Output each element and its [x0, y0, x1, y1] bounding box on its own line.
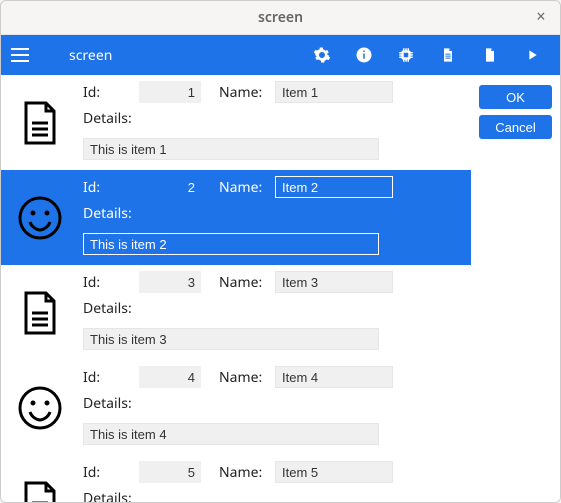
- window-title: screen: [258, 8, 303, 27]
- details-label: Details:: [83, 204, 132, 223]
- ok-button[interactable]: OK: [479, 85, 552, 109]
- side-pane: OK Cancel: [471, 75, 560, 502]
- document-icon[interactable]: [438, 45, 458, 65]
- list-item[interactable]: Id: Name: Details:: [1, 265, 471, 360]
- details-label: Details:: [83, 394, 132, 413]
- name-field[interactable]: [275, 81, 393, 103]
- id-label: Id:: [83, 83, 129, 102]
- id-field[interactable]: [139, 366, 201, 388]
- toolbar-actions: [312, 45, 542, 65]
- name-label: Name:: [219, 368, 265, 387]
- list-item[interactable]: Id: Name: Details:: [1, 455, 471, 502]
- list-item[interactable]: Id: Name: Details:: [1, 75, 471, 170]
- list-item-body: Id: Name: Details:: [79, 455, 471, 502]
- name-label: Name:: [219, 463, 265, 482]
- smiley-icon: [1, 170, 79, 265]
- chip-icon[interactable]: [396, 45, 416, 65]
- smiley-icon: [1, 360, 79, 455]
- list-item-body: Id: Name: Details:: [79, 170, 471, 265]
- info-icon[interactable]: [354, 45, 374, 65]
- id-field[interactable]: [139, 176, 201, 198]
- id-label: Id:: [83, 178, 129, 197]
- name-field[interactable]: [275, 461, 393, 483]
- details-field[interactable]: [83, 328, 379, 350]
- name-field[interactable]: [275, 366, 393, 388]
- list-item-body: Id: Name: Details:: [79, 265, 471, 360]
- document-icon: [1, 455, 79, 502]
- list-item-body: Id: Name: Details:: [79, 360, 471, 455]
- toolbar-title: screen: [69, 46, 112, 65]
- list-item[interactable]: Id: Name: Details:: [1, 360, 471, 455]
- name-label: Name:: [219, 178, 265, 197]
- gear-icon[interactable]: [312, 45, 332, 65]
- list-pane: Id: Name: Details: Id: Name: Details: Id: Name:…: [1, 75, 471, 502]
- id-label: Id:: [83, 273, 129, 292]
- window-close-button[interactable]: ×: [532, 7, 550, 25]
- app-window: screen × screen: [0, 0, 561, 503]
- titlebar: screen ×: [1, 1, 560, 35]
- cancel-button[interactable]: Cancel: [479, 115, 552, 139]
- new-document-icon[interactable]: [480, 45, 500, 65]
- list-item-body: Id: Name: Details:: [79, 75, 471, 170]
- details-label: Details:: [83, 489, 132, 502]
- details-label: Details:: [83, 109, 132, 128]
- toolbar: screen: [1, 35, 560, 75]
- list-item[interactable]: Id: Name: Details:: [1, 170, 471, 265]
- document-icon: [1, 75, 79, 170]
- name-field[interactable]: [275, 271, 393, 293]
- name-field[interactable]: [275, 176, 393, 198]
- name-label: Name:: [219, 83, 265, 102]
- id-label: Id:: [83, 463, 129, 482]
- id-field[interactable]: [139, 81, 201, 103]
- menu-icon[interactable]: [11, 41, 39, 69]
- id-field[interactable]: [139, 461, 201, 483]
- details-label: Details:: [83, 299, 132, 318]
- id-field[interactable]: [139, 271, 201, 293]
- id-label: Id:: [83, 368, 129, 387]
- name-label: Name:: [219, 273, 265, 292]
- document-icon: [1, 265, 79, 360]
- list-scroll[interactable]: Id: Name: Details: Id: Name: Details: Id: Name:…: [1, 75, 471, 502]
- details-field[interactable]: [83, 233, 379, 255]
- play-icon[interactable]: [522, 45, 542, 65]
- details-field[interactable]: [83, 423, 379, 445]
- details-field[interactable]: [83, 138, 379, 160]
